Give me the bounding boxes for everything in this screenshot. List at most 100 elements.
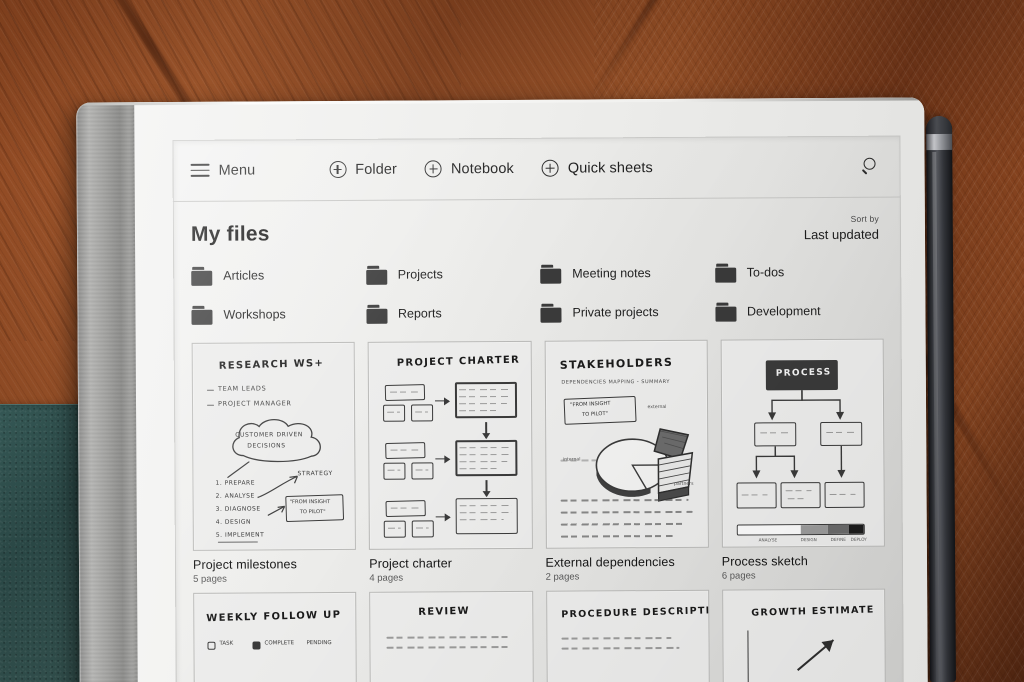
stylus-ring <box>926 133 953 151</box>
tree-connectors-bottom <box>752 445 846 479</box>
document-card-weekly-follow-up[interactable]: WEEKLY FOLLOW UP TASK COMPLETE PENDING W… <box>193 592 358 682</box>
flow-small-box <box>411 462 434 480</box>
stylus-highlight <box>932 152 940 682</box>
sketch-heading: STAKEHOLDERS <box>559 355 673 372</box>
new-notebook-button[interactable]: Notebook <box>424 160 514 178</box>
plus-circle-icon <box>424 160 443 178</box>
document-card-process-sketch[interactable]: PROCESS ANALYSE DESIGN DEFINE DEPLOY Pro… <box>720 338 885 583</box>
new-folder-button[interactable]: Folder <box>329 160 398 179</box>
folder-label: Private projects <box>572 305 659 320</box>
device-side-bezel <box>76 102 138 682</box>
checklist-item: TASK <box>219 641 234 648</box>
top-toolbar: Menu Folder Notebook Quick sheets <box>172 135 901 203</box>
document-card-external-dependencies[interactable]: STAKEHOLDERS DEPENDENCIES MAPPING - SUMM… <box>544 339 709 584</box>
growth-arrow-icon <box>796 639 834 672</box>
flow-small-box <box>411 520 435 538</box>
new-notebook-label: Notebook <box>450 160 514 177</box>
folder-item-development[interactable]: Development <box>714 302 884 322</box>
chart-axis-y <box>747 630 750 682</box>
tablet-device: Menu Folder Notebook Quick sheets My fil… <box>76 97 928 682</box>
progress-bar <box>736 523 865 536</box>
document-thumbnail: RESEARCH WS+ TEAM LEADS PROJECT MANAGER … <box>191 341 357 551</box>
document-thumbnail: WEEKLY FOLLOW UP TASK COMPLETE PENDING <box>193 592 358 682</box>
checkbox-icon <box>252 641 261 650</box>
sketch-heading: REVIEW <box>418 606 471 619</box>
pie-label-partners: partners <box>674 481 694 487</box>
stylus-pen[interactable] <box>926 115 956 682</box>
folder-item-private-projects[interactable]: Private projects <box>540 303 709 323</box>
checkbox-icon <box>207 642 216 651</box>
callout-box-line2: TO PILOT" <box>299 508 326 516</box>
cloud-text-line1: CUSTOMER DRIVEN <box>235 431 303 439</box>
flow-content-box <box>455 497 519 535</box>
flow-small-box <box>383 404 406 422</box>
menu-button[interactable]: Menu <box>190 162 256 179</box>
plus-circle-icon <box>329 160 347 179</box>
document-title: External dependencies <box>545 554 675 570</box>
flow-content-box <box>455 439 518 477</box>
folder-icon <box>714 263 736 283</box>
new-folder-label: Folder <box>355 161 398 178</box>
document-thumbnail: PROCESS ANALYSE DESIGN DEFINE DEPLOY <box>720 338 885 548</box>
tree-node-box <box>753 422 797 447</box>
numbered-item: 4. DESIGN <box>215 518 252 526</box>
document-pages: 5 pages <box>193 574 227 586</box>
document-pages: 6 pages <box>721 570 756 583</box>
document-pages: 4 pages <box>369 572 404 585</box>
document-card-growth-estimate[interactable]: GROWTH ESTIMATE Growth estimate <box>721 589 887 682</box>
folder-label: Meeting notes <box>572 266 651 281</box>
sketch-bullet: TEAM LEADS <box>217 384 267 393</box>
sort-control[interactable]: Sort by Last updated <box>804 214 879 243</box>
cloud-text-line2: DECISIONS <box>247 442 286 450</box>
document-grid: RESEARCH WS+ TEAM LEADS PROJECT MANAGER … <box>174 326 904 682</box>
folder-icon <box>540 264 562 284</box>
bar-label: DEFINE <box>830 536 846 542</box>
sketch-heading: PROCEDURE DESCRIPTION <box>560 605 711 621</box>
document-card-project-milestones[interactable]: RESEARCH WS+ TEAM LEADS PROJECT MANAGER … <box>191 341 357 586</box>
bar-label: ANALYSE <box>758 537 778 543</box>
document-title: Project charter <box>369 556 453 571</box>
tree-root-label: PROCESS <box>775 367 832 379</box>
folder-item-reports[interactable]: Reports <box>365 304 535 324</box>
new-quick-sheets-button[interactable]: Quick sheets <box>541 159 653 177</box>
sort-by-value: Last updated <box>803 226 880 242</box>
folder-item-articles[interactable]: Articles <box>191 266 360 286</box>
document-pages: 2 pages <box>545 571 580 584</box>
document-thumbnail: REVIEW <box>369 591 534 682</box>
numbered-item: 5. IMPLEMENT <box>215 531 265 539</box>
folder-item-projects[interactable]: Projects <box>365 265 535 285</box>
box-arrow <box>267 505 286 516</box>
folder-icon <box>540 303 562 323</box>
document-title: Process sketch <box>721 554 808 569</box>
checklist-item: PENDING <box>306 640 332 647</box>
search-button[interactable] <box>861 157 879 175</box>
flow-arrow <box>435 400 450 402</box>
flow-arrow <box>435 516 450 518</box>
sketch-subheading: DEPENDENCIES MAPPING - SUMMARY <box>561 378 670 386</box>
document-thumbnail: PROJECT CHARTER <box>367 340 533 550</box>
folder-item-to-dos[interactable]: To-dos <box>714 263 884 283</box>
document-card-project-charter[interactable]: PROJECT CHARTER Project charter 4 pages <box>367 340 533 585</box>
callout-box-line1: "FROM INSIGHT <box>289 498 331 506</box>
document-thumbnail: PROCEDURE DESCRIPTION <box>545 590 711 682</box>
folder-icon <box>191 305 213 325</box>
folder-label: To-dos <box>746 265 785 280</box>
menu-label: Menu <box>218 162 256 179</box>
sort-by-label: Sort by <box>850 213 879 224</box>
folder-icon <box>365 265 387 285</box>
numbered-item: 1. PREPARE <box>215 479 256 487</box>
hamburger-icon <box>190 163 210 177</box>
document-thumbnail: STAKEHOLDERS DEPENDENCIES MAPPING - SUMM… <box>544 339 709 549</box>
flow-content-box <box>455 381 518 419</box>
folder-item-workshops[interactable]: Workshops <box>191 305 360 325</box>
folder-icon <box>714 302 737 322</box>
checklist-item: COMPLETE <box>264 640 295 647</box>
document-title: Project milestones <box>192 557 297 572</box>
sketch-heading: PROJECT CHARTER <box>396 354 521 369</box>
numbered-item: 3. DIAGNOSE <box>215 505 261 513</box>
document-card-review[interactable]: REVIEW Review <box>369 591 534 682</box>
document-card-procedure-description[interactable]: PROCEDURE DESCRIPTION Procedure descript… <box>545 590 711 682</box>
folder-item-meeting-notes[interactable]: Meeting notes <box>540 264 709 284</box>
folder-label: Reports <box>397 306 442 322</box>
flow-small-box <box>383 520 407 538</box>
